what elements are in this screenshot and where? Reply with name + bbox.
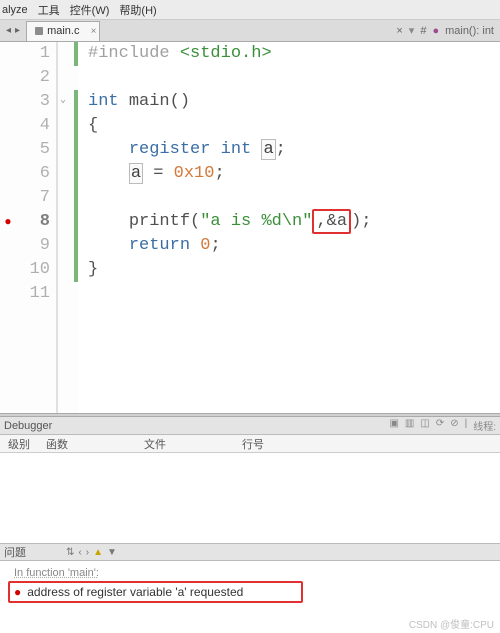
filter-funnel-icon[interactable]: ▼ [107,547,117,558]
line-number: 2 [16,66,50,90]
line-number: 7 [16,186,50,210]
split-icon[interactable]: × [396,25,402,37]
problems-panel-header: 问题 ⇅ ‹ › ▲ ▼ [0,543,500,561]
tab-filename: main.c [47,25,79,37]
file-tab[interactable]: main.c × [26,21,100,41]
toolbar-divider: | [465,418,468,433]
line-number: 6 [16,162,50,186]
problem-message: address of register variable 'a' request… [27,585,243,599]
toolbar-icon[interactable]: ⊘ [450,418,458,433]
dropdown-icon[interactable]: ▾ [409,24,415,37]
col-level[interactable]: 级别 [0,436,38,452]
error-highlight: ,&a [312,209,351,234]
menu-item[interactable]: 工具 [38,2,60,18]
toolbar-icon[interactable]: ⟳ [436,418,444,433]
breadcrumb: × ▾ # ● main(): int [396,24,500,37]
tab-bar: ◂ ▸ main.c × × ▾ # ● main(): int [0,20,500,42]
col-func[interactable]: 函数 [38,436,76,452]
line-number: 4 [16,114,50,138]
problem-context: In function 'main': [14,567,494,579]
problems-body[interactable]: In function 'main': ● address of registe… [0,561,500,633]
line-number: 5 [16,138,50,162]
debugger-title: Debugger [4,420,52,432]
tab-close-icon[interactable]: × [91,26,97,37]
line-number: 9 [16,234,50,258]
file-icon [35,27,43,35]
col-file[interactable]: 文件 [136,436,174,452]
line-number-current: 8 [16,210,50,234]
warning-icon[interactable]: ▲ [93,547,103,558]
function-breadcrumb[interactable]: main(): int [445,25,494,37]
function-dot-icon: ● [432,25,439,37]
prev-icon[interactable]: ‹ [78,547,81,558]
filter-icon[interactable]: ⇅ [66,547,74,558]
thread-label: 线程: [473,418,496,433]
col-line[interactable]: 行号 [234,436,272,452]
fold-toggle-icon[interactable]: ⌄ [60,94,66,106]
menu-item[interactable]: 控件(W) [70,2,110,18]
debugger-body[interactable] [0,453,500,543]
tab-prev-icon[interactable]: ◂ [6,25,11,36]
toolbar-icon[interactable]: ▥ [405,418,414,433]
tab-next-icon[interactable]: ▸ [15,25,20,36]
line-number: 10 [16,258,50,282]
line-number: 1 [16,42,50,66]
line-number-gutter: 1 2 3 4 5 6 7 8 9 10 11 [16,42,58,413]
error-icon: ● [14,585,21,599]
code-editor[interactable]: ● 1 2 3 4 5 6 7 8 9 10 11 ⌄ #include <st… [0,42,500,413]
error-gutter: ● [0,42,16,413]
problems-title: 问题 [4,544,26,560]
menubar: alyze 工具 控件(W) 帮助(H) [0,0,500,20]
hash-icon: # [420,25,426,37]
error-marker-icon[interactable]: ● [0,210,16,234]
menu-item[interactable]: 帮助(H) [119,2,156,18]
toolbar-icon[interactable]: ◫ [420,418,429,433]
next-icon[interactable]: › [86,547,89,558]
menu-item[interactable]: alyze [2,4,28,16]
watermark: CSDN @俊童:CPU [409,616,494,631]
debugger-columns: 级别 函数 文件 行号 [0,435,500,453]
toolbar-icon[interactable]: ▣ [389,418,398,433]
fold-gutter: ⌄ [58,42,74,413]
debugger-panel-header: Debugger ▣ ▥ ◫ ⟳ ⊘ | 线程: [0,417,500,435]
code-area[interactable]: #include <stdio.h> int main() { register… [78,42,500,413]
line-number: 3 [16,90,50,114]
line-number: 11 [16,282,50,306]
problem-item[interactable]: ● address of register variable 'a' reque… [8,581,303,603]
